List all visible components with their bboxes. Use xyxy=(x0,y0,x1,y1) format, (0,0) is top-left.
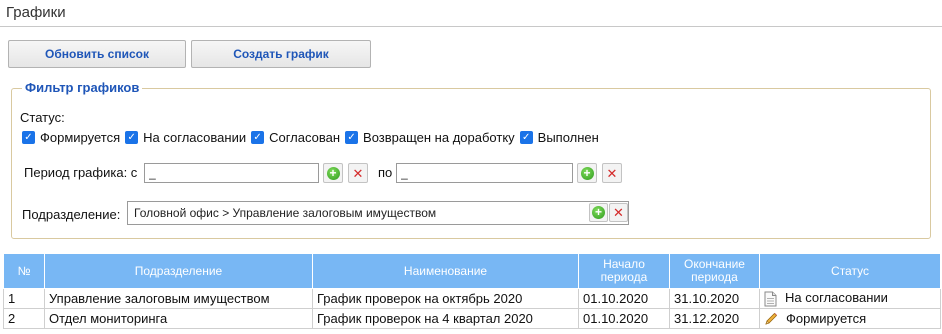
close-icon: ✕ xyxy=(606,165,618,181)
close-icon: ✕ xyxy=(352,165,364,181)
cell-end: 31.10.2020 xyxy=(669,288,760,309)
create-schedule-button[interactable]: Создать график xyxy=(191,40,371,68)
column-header-name[interactable]: Наименование xyxy=(312,253,579,289)
checkbox-completed[interactable]: ✓ xyxy=(519,131,533,144)
table-row[interactable]: 2 Отдел мониторинга График проверок на 4… xyxy=(3,308,941,329)
cell-num: 2 xyxy=(3,308,45,329)
period-label: Период графика: с xyxy=(24,165,138,180)
column-header-start[interactable]: Начало периода xyxy=(578,253,670,289)
checkbox-label: Формируется xyxy=(40,130,121,145)
period-to-add-button[interactable]: + xyxy=(577,163,597,183)
cell-name[interactable]: График проверок на 4 квартал 2020 xyxy=(312,308,579,329)
status-label: Статус: xyxy=(20,110,65,125)
status-checkboxes: ✓ Формируется ✓ На согласовании ✓ Соглас… xyxy=(22,130,604,145)
cell-start: 01.10.2020 xyxy=(578,288,670,309)
checkbox-approval[interactable]: ✓ xyxy=(125,131,139,144)
department-label: Подразделение: xyxy=(22,207,121,222)
period-from-clear-button[interactable]: ✕ xyxy=(348,163,368,183)
table-header-row: № Подразделение Наименование Начало пери… xyxy=(3,253,941,289)
table-row[interactable]: 1 Управление залоговым имуществом График… xyxy=(3,288,941,309)
column-header-end[interactable]: Окончание периода xyxy=(669,253,760,289)
pencil-icon xyxy=(765,313,778,325)
department-field[interactable]: Головной офис > Управление залоговым иму… xyxy=(127,201,629,225)
department-clear-button[interactable]: ✕ xyxy=(609,203,628,222)
refresh-list-button[interactable]: Обновить список xyxy=(8,40,186,68)
cell-status: На согласовании xyxy=(759,288,941,309)
title-divider xyxy=(0,26,942,27)
cell-num: 1 xyxy=(3,288,45,309)
period-to-clear-button[interactable]: ✕ xyxy=(602,163,622,183)
checkbox-label: Согласован xyxy=(269,130,341,145)
department-value: Головной офис > Управление залоговым иму… xyxy=(134,206,437,220)
document-icon xyxy=(764,291,777,307)
schedules-table: № Подразделение Наименование Начало пери… xyxy=(3,253,941,329)
close-icon: ✕ xyxy=(613,205,624,220)
department-add-button[interactable]: + xyxy=(589,203,608,222)
column-header-num[interactable]: № xyxy=(3,253,45,289)
period-from-add-button[interactable]: + xyxy=(323,163,343,183)
column-header-department[interactable]: Подразделение xyxy=(44,253,313,289)
status-text: Формируется xyxy=(786,310,867,326)
cell-start: 01.10.2020 xyxy=(578,308,670,329)
status-text: На согласовании xyxy=(785,290,888,306)
checkbox-forming[interactable]: ✓ xyxy=(22,131,35,144)
checkbox-label: Выполнен xyxy=(537,130,599,145)
cell-department: Управление залоговым имуществом xyxy=(44,288,313,309)
period-to-label: по xyxy=(378,165,393,180)
checkbox-label: Возвращен на доработку xyxy=(363,130,515,145)
checkbox-returned[interactable]: ✓ xyxy=(345,131,359,144)
page-title: Графики xyxy=(6,4,66,21)
cell-name[interactable]: График проверок на октябрь 2020 xyxy=(312,288,579,309)
checkbox-label: На согласовании xyxy=(143,130,247,145)
plus-icon: + xyxy=(580,166,594,180)
cell-end: 31.12.2020 xyxy=(669,308,760,329)
period-to-input[interactable] xyxy=(396,163,573,183)
plus-icon: + xyxy=(592,206,605,219)
filter-legend: Фильтр графиков xyxy=(22,80,143,95)
cell-status: Формируется xyxy=(759,308,941,329)
period-from-input[interactable] xyxy=(144,163,319,183)
plus-icon: + xyxy=(326,166,340,180)
cell-department: Отдел мониторинга xyxy=(44,308,313,329)
column-header-status[interactable]: Статус xyxy=(759,253,941,289)
checkbox-approved[interactable]: ✓ xyxy=(251,131,265,144)
